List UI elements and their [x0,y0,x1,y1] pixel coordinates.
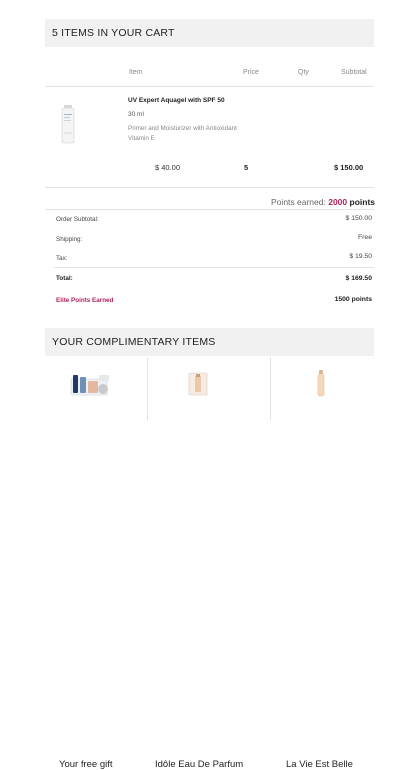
points-earned-unit: points [347,197,376,207]
total-value: $ 169.50 [345,275,372,282]
shipping-value: Free [358,234,372,241]
complimentary-item[interactable]: La Vie Est Belle [271,357,380,770]
shipping-label: Shipping: [56,236,83,243]
tax-value: $ 19.50 [349,253,372,260]
complimentary-item-label: La Vie Est Belle [286,759,353,770]
product-quantity[interactable]: 5 [244,163,248,172]
total-label: Total: [56,275,73,282]
points-earned: Points earned: 2000 points [271,197,375,207]
points-earned-label: Points earned: [271,197,329,207]
cart-title: 5 ITEMS IN YOUR CART [52,27,175,39]
moisturizer-tube-icon[interactable] [60,105,76,145]
elite-points-value: 1500 points [334,296,372,303]
column-header-item: Item [129,69,143,76]
complimentary-header: YOUR COMPLIMENTARY ITEMS [45,328,374,356]
product-price: $ 40.00 [155,163,181,172]
complimentary-item[interactable]: Your free gift [45,357,154,770]
perfume-vial-icon [315,370,327,403]
divider [54,267,374,268]
divider [45,209,374,210]
product-size: 30 ml [128,111,144,118]
complimentary-item-label: Your free gift [59,759,113,770]
order-subtotal-label: Order Subtotal: [56,216,99,223]
tax-label: Tax: [56,255,68,262]
complimentary-item[interactable]: Idôle Eau De Parfum [148,357,257,770]
cart-header: 5 ITEMS IN YOUR CART [45,19,374,47]
elite-points-label: Elite Points Earned [56,297,114,304]
product-total: $ 150.00 [334,163,364,172]
column-header-subtotal: Subtotal [341,69,367,76]
points-earned-value: 2000 [328,197,348,207]
perfume-sample-icon [187,371,209,402]
product-name[interactable]: UV Expert Aquagel with SPF 50 [128,97,225,104]
column-header-qty: Qty [298,69,309,76]
gift-set-icon [69,371,113,402]
divider [45,86,374,87]
product-description: Primer and Moisturizer with Antioxidant … [128,125,237,142]
divider [45,187,374,188]
complimentary-item-label: Idôle Eau De Parfum [155,759,244,770]
complimentary-title: YOUR COMPLIMENTARY ITEMS [52,336,216,348]
order-subtotal-value: $ 150.00 [345,215,372,222]
column-header-price: Price [243,69,259,76]
